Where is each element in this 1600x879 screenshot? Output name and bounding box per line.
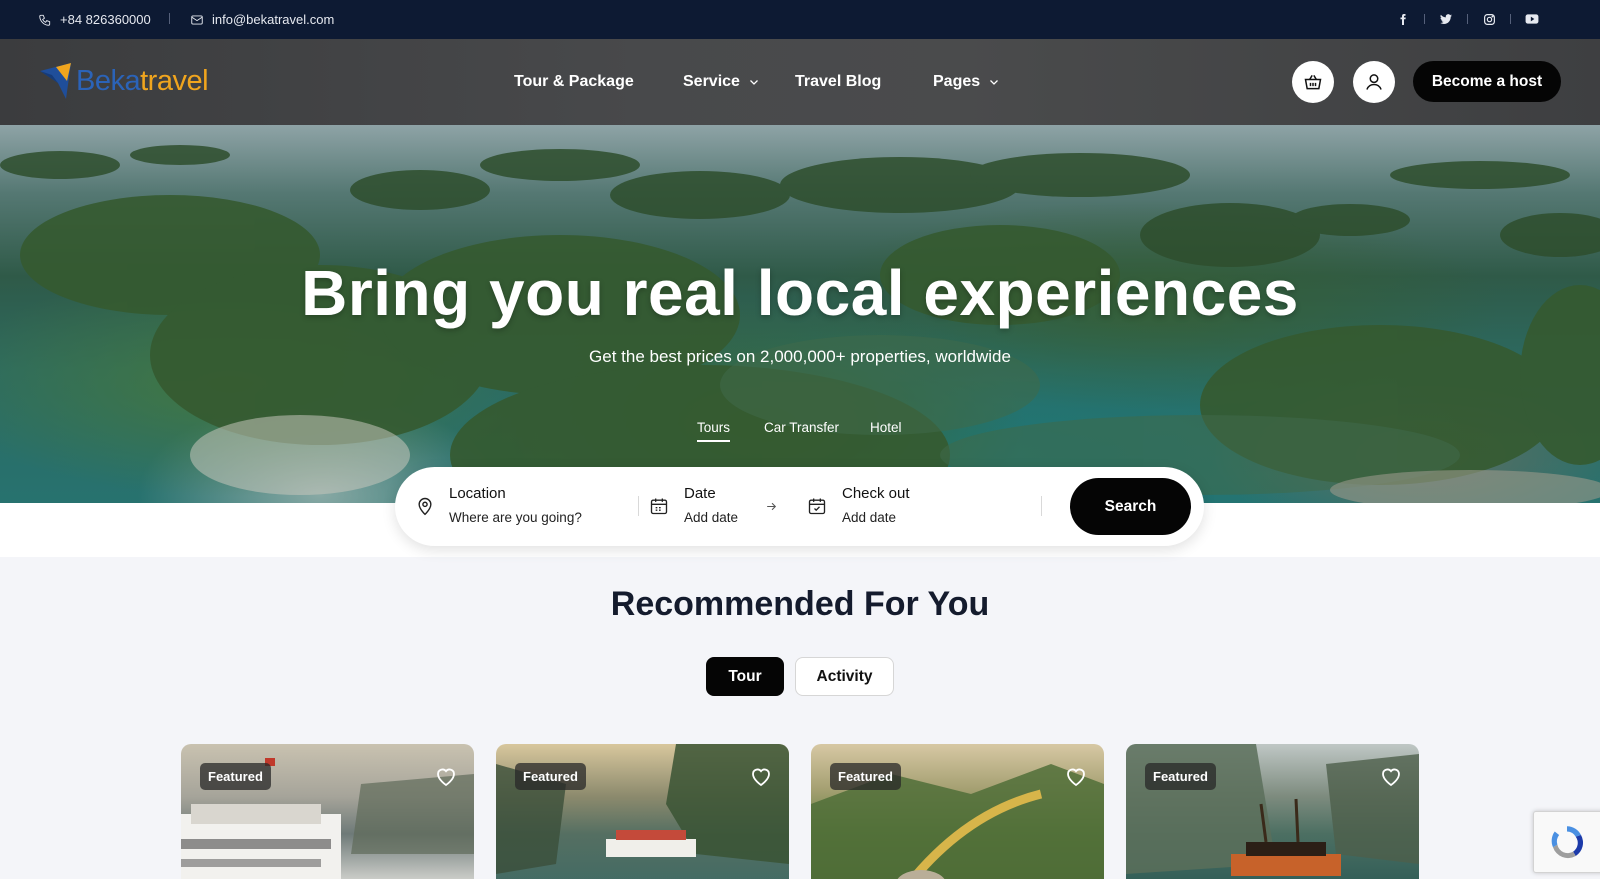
nav-label: Pages [933,73,981,90]
heart-icon[interactable] [749,764,773,788]
divider [1041,496,1042,516]
twitter-icon[interactable] [1438,11,1454,27]
featured-badge: Featured [1145,763,1216,790]
checkout-value[interactable]: Add date [842,510,910,525]
account-button[interactable] [1353,61,1395,103]
date-value[interactable]: Add date [684,510,738,525]
hero-title: Bring you real local experiences [301,257,1299,329]
social-links [1395,11,1540,27]
location-input[interactable]: Where are you going? [449,510,582,525]
search-bar: Location Where are you going? Date Add d… [395,467,1204,546]
phone-icon [39,14,51,26]
email-contact[interactable]: info@bekatravel.com [190,12,334,27]
logo[interactable]: Bekatravel [38,61,209,101]
divider [1424,14,1425,24]
chevron-down-icon [990,80,999,85]
cart-button[interactable] [1292,61,1334,103]
nav-service[interactable]: Service [683,73,760,91]
basket-icon [1304,74,1322,90]
date-label: Date [684,485,716,502]
nav-tour-package[interactable]: Tour & Package [514,73,634,91]
date-field[interactable]: Date Add date [684,485,738,525]
user-icon [1366,74,1382,90]
tour-card[interactable]: Featured [181,744,474,879]
logo-icon [40,63,71,99]
tab-tour[interactable]: Tour [706,657,784,696]
featured-badge: Featured [830,763,901,790]
mail-icon [191,14,203,25]
divider [169,13,170,24]
hero-subtitle: Get the best prices on 2,000,000+ proper… [589,347,1011,366]
nav-label: Service [683,73,740,90]
tour-card[interactable]: Featured [496,744,789,879]
nav-label: Tour & Package [514,73,634,90]
recaptcha-icon [1551,826,1584,859]
featured-badge: Featured [515,763,586,790]
divider [638,496,639,516]
checkout-field[interactable]: Check out Add date [842,485,910,525]
section-title: Recommended For You [610,585,990,623]
logo-text-beka: Beka [76,64,141,97]
divider [1467,14,1468,24]
featured-badge: Featured [200,763,271,790]
heart-icon[interactable] [1379,764,1403,788]
chevron-down-icon [749,80,758,85]
heart-icon[interactable] [434,764,458,788]
nav-label: Travel Blog [795,73,882,90]
calendar-icon [650,498,668,515]
search-button[interactable]: Search [1070,478,1191,535]
logo-text: Bekatravel [76,64,209,98]
become-host-button[interactable]: Become a host [1413,61,1561,102]
phone-contact[interactable]: +84 826360000 [38,12,151,27]
location-field[interactable]: Location Where are you going? [449,485,582,525]
tab-tours[interactable]: Tours [697,420,731,442]
divider [1510,14,1511,24]
tab-activity[interactable]: Activity [795,657,894,696]
heart-icon[interactable] [1064,764,1088,788]
nav-pages[interactable]: Pages [933,73,1000,91]
calendar-check-icon [808,498,826,515]
checkout-label: Check out [842,485,910,502]
hero-banner: Bring you real local experiences Get the… [0,125,1600,503]
facebook-icon[interactable] [1395,11,1411,27]
youtube-icon[interactable] [1524,11,1540,27]
instagram-icon[interactable] [1481,11,1497,27]
phone-number: +84 826360000 [60,12,151,27]
recaptcha-badge[interactable] [1533,811,1600,873]
tab-car-transfer[interactable]: Car Transfer [764,420,839,435]
main-header: Bekatravel Tour & Package Service Travel… [0,39,1600,125]
top-bar: +84 826360000 info@bekatravel.com [0,0,1600,39]
tour-card[interactable]: Featured [811,744,1104,879]
nav-travel-blog[interactable]: Travel Blog [795,73,881,91]
location-label: Location [449,485,506,502]
tab-hotel[interactable]: Hotel [870,420,902,435]
tour-card[interactable]: Featured [1126,744,1419,879]
arrow-right-icon [767,502,777,511]
location-pin-icon [418,497,432,516]
logo-text-travel: travel [140,64,209,97]
email-address: info@bekatravel.com [212,12,335,27]
